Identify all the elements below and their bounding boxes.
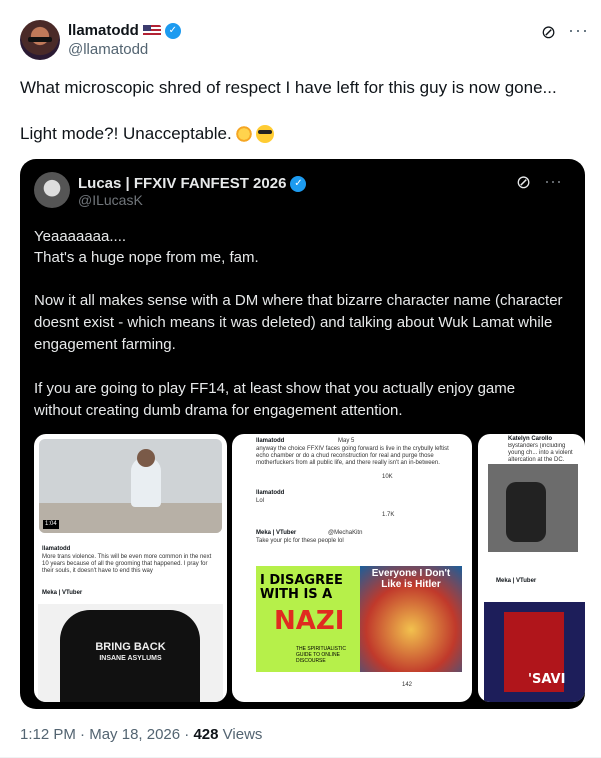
verified-badge-icon[interactable]: ✓ (164, 22, 181, 39)
author-handle[interactable]: @llamatodd (68, 41, 148, 58)
tweet: llamatodd ✓ @llamatodd ⊘ ··· What micros… (0, 0, 601, 758)
views-count: 428 (193, 726, 219, 743)
views-label: Views (222, 726, 263, 743)
sun-emoji-icon (234, 125, 253, 143)
shirt-image: BRING BACK INSANE ASYLUMS (38, 604, 223, 702)
embedded-text: Bystanders (including young ch... into a… (508, 443, 573, 463)
shirt-line2: INSANE ASYLUMS (99, 655, 162, 662)
grok-icon[interactable]: ⊘ (516, 172, 531, 193)
tweet-text-line1: What microscopic shred of respect I have… (20, 78, 557, 97)
author-avatar[interactable] (20, 20, 60, 60)
tweet-text-line2-row: Light mode?! Unacceptable. (20, 123, 274, 145)
embedded-handle-3: @MechaKitn (328, 530, 363, 536)
tweet-date[interactable]: May 18, 2026 (89, 726, 180, 743)
author-name[interactable]: llamatodd (68, 22, 139, 39)
us-flag-icon (142, 24, 161, 37)
more-icon[interactable]: ··· (568, 20, 589, 41)
quoted-image-2[interactable]: llamatodd May 5 anyway the choice FFXIV … (232, 434, 472, 702)
video-thumbnail[interactable]: 1:04 (39, 439, 222, 533)
poster-sub-text: THE SPIRITUALISTIC GUIDE TO ONLINE DISCO… (296, 646, 347, 664)
quoted-text-p1: Yeaaaaaaa.... (34, 228, 127, 245)
embedded-text-1: anyway the choice FFXIV faces going forw… (256, 446, 449, 466)
quoted-name[interactable]: Lucas | FFXIV FANFEST 2026 (78, 175, 286, 192)
shirt-text: BRING BACK INSANE ASYLUMS (38, 642, 223, 664)
quoted-handle[interactable]: @ILucasK (78, 192, 143, 208)
separator: · (80, 726, 90, 743)
tweet-footer: 1:12 PM · May 18, 2026 · 428 Views (20, 726, 262, 743)
quoted-image-1[interactable]: 1:04 llamatodd More trans violence. This… (34, 434, 227, 702)
embedded-views-1: 10K (382, 474, 393, 480)
poster-right: Everyone I Don't Like is Hitler (360, 566, 462, 672)
table-shape (39, 503, 222, 533)
quoted-name-row[interactable]: Lucas | FFXIV FANFEST 2026 ✓ (78, 175, 307, 192)
poster-image: I DISAGREE WITH IS A NAZI THE SPIRITUALI… (256, 566, 462, 672)
verified-badge-icon: ✓ (290, 175, 307, 192)
head-shape (137, 449, 155, 467)
poster-left-text: I DISAGREE WITH IS A (260, 573, 343, 602)
embedded-author: llamatodd (42, 546, 71, 552)
embedded-views-3: 142 (402, 682, 413, 688)
poster-right-text: Everyone I Don't Like is Hitler (371, 568, 451, 590)
embedded-text-2: Lol (256, 498, 265, 504)
embedded-date: May 5 (338, 438, 355, 444)
embedded-text: More trans violence. This will be even m… (42, 554, 212, 574)
photo (488, 464, 578, 552)
tweet-text-line2: Light mode?! Unacceptable. (20, 124, 232, 143)
quoted-text-p3: Now it all makes sense with a DM where t… (34, 292, 563, 353)
embedded-author-3: Meka | VTuber (256, 530, 297, 536)
quoted-avatar[interactable] (34, 172, 70, 208)
sunglasses-emoji-icon (255, 125, 274, 143)
poster-word: 'SAVI (528, 672, 566, 687)
more-icon[interactable]: ··· (544, 171, 562, 192)
embedded-author: Katelyn Carollo (508, 436, 553, 442)
poster-nazi-text: NAZI (274, 606, 345, 636)
tweet-time[interactable]: 1:12 PM (20, 726, 76, 743)
quoted-text-p4: If you are going to play FF14, at least … (34, 380, 516, 419)
poster-image (484, 602, 585, 702)
embedded-author: llamatodd (256, 438, 285, 444)
embedded-author-2: llamatodd (256, 490, 285, 496)
embedded-text-3: Take your plc for these people lol (256, 538, 344, 544)
shirt-line1: BRING BACK (95, 641, 166, 653)
video-time: 1:04 (43, 520, 59, 529)
embedded-views-2: 1.7K (382, 512, 395, 518)
quoted-tweet[interactable]: Lucas | FFXIV FANFEST 2026 ✓ @ILucasK ⊘ … (20, 159, 585, 709)
author-name-row[interactable]: llamatodd ✓ (68, 22, 181, 39)
quoted-image-3[interactable]: Katelyn Carollo Bystanders (including yo… (478, 434, 585, 702)
embedded-author-2: Meka | VTuber (42, 590, 83, 596)
grok-icon[interactable]: ⊘ (541, 22, 556, 43)
poster-left: I DISAGREE WITH IS A NAZI THE SPIRITUALI… (256, 566, 360, 672)
quoted-text-p2: That's a huge nope from me, fam. (34, 249, 259, 266)
embedded-author-2: Meka | VTuber (496, 578, 537, 584)
